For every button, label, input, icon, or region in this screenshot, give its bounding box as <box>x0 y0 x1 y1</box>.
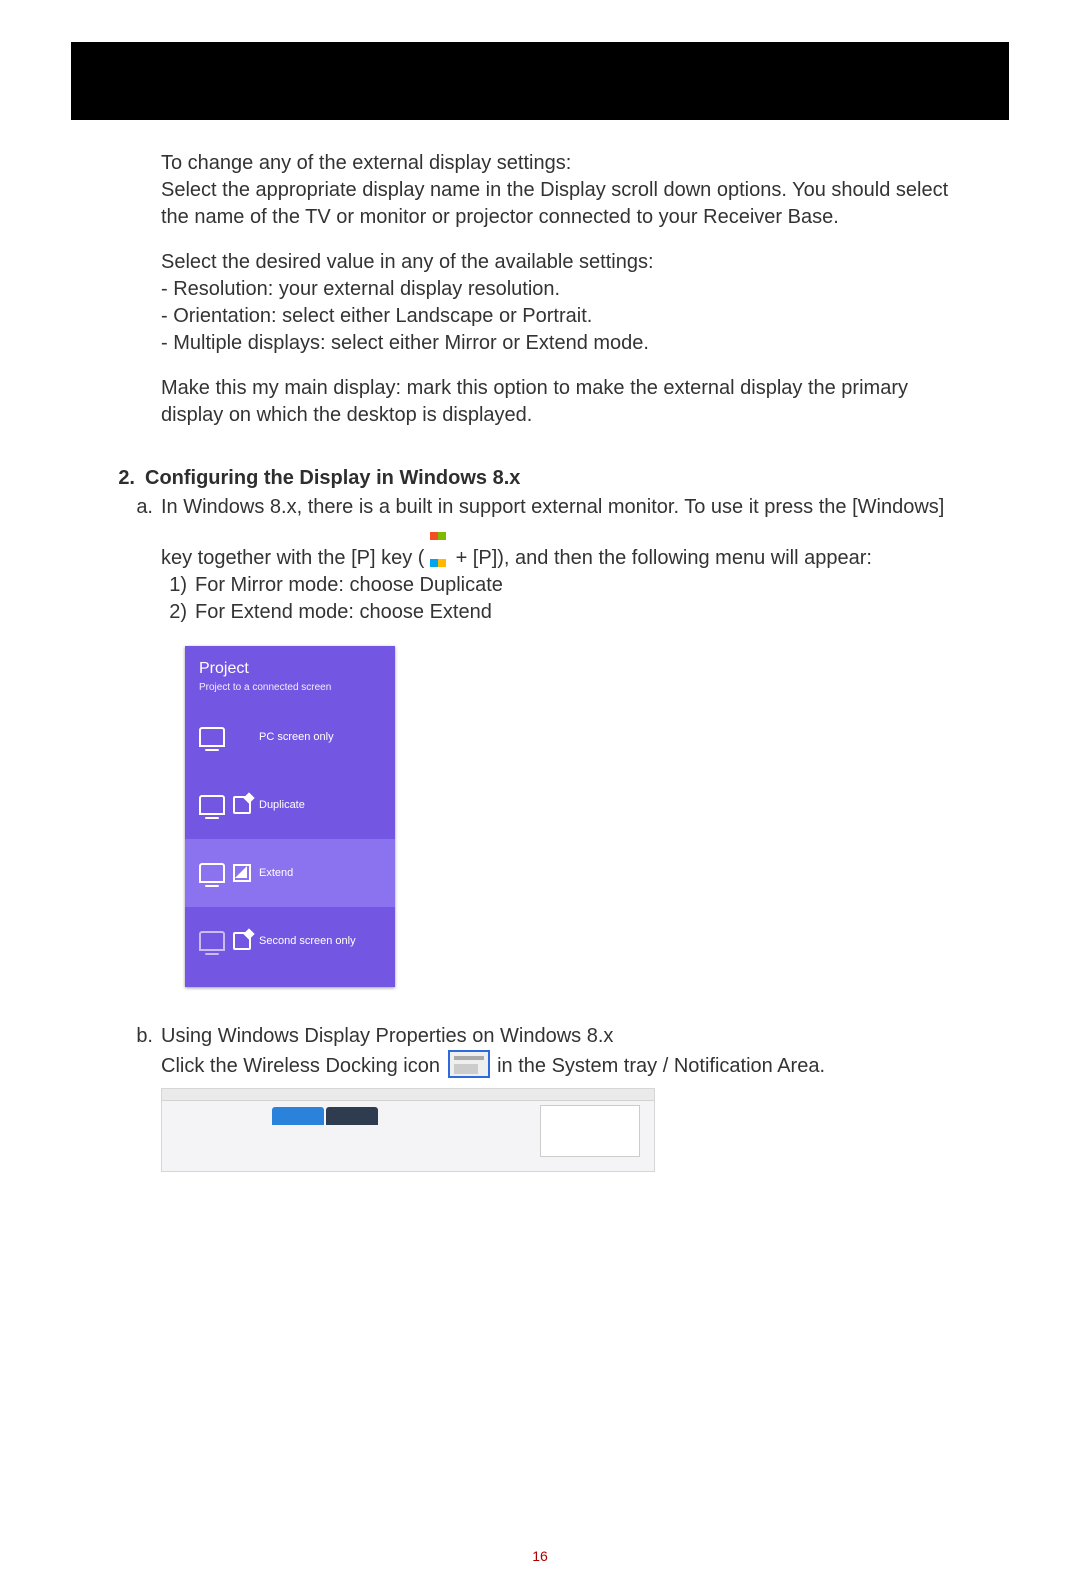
panel-option-label: Duplicate <box>259 799 305 811</box>
text-line: Using Windows Display Properties on Wind… <box>161 1023 825 1050</box>
intro-line: Select the desired value in any of the a… <box>161 249 975 276</box>
list-letter: a. <box>127 494 153 572</box>
monitor-icon <box>199 795 225 815</box>
panel-option-label: PC screen only <box>259 731 334 743</box>
panel-option-second-only: Second screen only <box>185 907 395 975</box>
list-letter: b. <box>127 1023 153 1080</box>
page-content: To change any of the external display se… <box>105 150 975 1172</box>
intro-line: To change any of the external display se… <box>161 150 975 177</box>
monitor-icon <box>199 863 225 883</box>
mode-text: For Mirror mode: choose Duplicate <box>195 572 503 599</box>
panel-option-pc-only: PC screen only <box>185 703 395 771</box>
screenshot-topbar <box>162 1089 654 1101</box>
screenshot-tiles <box>272 1107 378 1125</box>
text-fragment: + [P]), and then the following menu will… <box>450 547 872 569</box>
mode-list: 1) For Mirror mode: choose Duplicate 2) … <box>161 572 975 626</box>
spacer <box>161 357 975 375</box>
tile-icon <box>326 1107 378 1125</box>
extend-icon <box>233 864 251 882</box>
project-panel-screenshot: Project Project to a connected screen PC… <box>185 646 395 987</box>
list-text: Using Windows Display Properties on Wind… <box>161 1023 825 1080</box>
header-bar <box>71 42 1009 120</box>
section-2a: a. In Windows 8.x, there is a built in s… <box>105 494 975 572</box>
pen-icon <box>233 796 251 814</box>
section-2-heading: 2. Configuring the Display in Windows 8.… <box>105 467 975 490</box>
mode-number: 2) <box>161 599 187 626</box>
windows8-start-screenshot <box>161 1088 655 1172</box>
pen-icon <box>233 932 251 950</box>
mode-number: 1) <box>161 572 187 599</box>
list-text: In Windows 8.x, there is a built in supp… <box>161 494 975 572</box>
screenshot-charm-panel <box>540 1105 640 1157</box>
text-fragment: Click the Wireless Docking icon <box>161 1055 446 1077</box>
intro-block: To change any of the external display se… <box>161 150 975 429</box>
panel-option-duplicate: Duplicate <box>185 771 395 839</box>
intro-line: Make this my main display: mark this opt… <box>161 375 975 429</box>
intro-bullet: - Orientation: select either Landscape o… <box>161 303 975 330</box>
text-fragment: in the System tray / Notification Area. <box>492 1055 825 1077</box>
page-number: 16 <box>0 1548 1080 1564</box>
mode-line: 2) For Extend mode: choose Extend <box>161 599 975 626</box>
section-title: Configuring the Display in Windows 8.x <box>145 467 520 490</box>
section-number: 2. <box>105 467 135 490</box>
tile-icon <box>272 1107 324 1125</box>
intro-bullet: - Multiple displays: select either Mirro… <box>161 330 975 357</box>
section-2b: b. Using Windows Display Properties on W… <box>105 1023 975 1080</box>
panel-option-extend: Extend <box>185 839 395 907</box>
document-page: To change any of the external display se… <box>0 42 1080 1584</box>
text-line: Click the Wireless Docking icon in the S… <box>161 1050 825 1080</box>
windows-key-icon <box>430 521 450 541</box>
panel-title: Project <box>185 646 395 682</box>
mode-text: For Extend mode: choose Extend <box>195 599 492 626</box>
panel-option-label: Extend <box>259 867 293 879</box>
intro-line: Select the appropriate display name in t… <box>161 177 975 231</box>
intro-bullet: - Resolution: your external display reso… <box>161 276 975 303</box>
panel-option-label: Second screen only <box>259 935 356 947</box>
monitor-icon <box>199 931 225 951</box>
monitor-icon <box>199 727 225 747</box>
wireless-docking-tray-icon <box>448 1050 490 1078</box>
panel-subtitle: Project to a connected screen <box>185 682 395 703</box>
spacer <box>161 231 975 249</box>
mode-line: 1) For Mirror mode: choose Duplicate <box>161 572 975 599</box>
